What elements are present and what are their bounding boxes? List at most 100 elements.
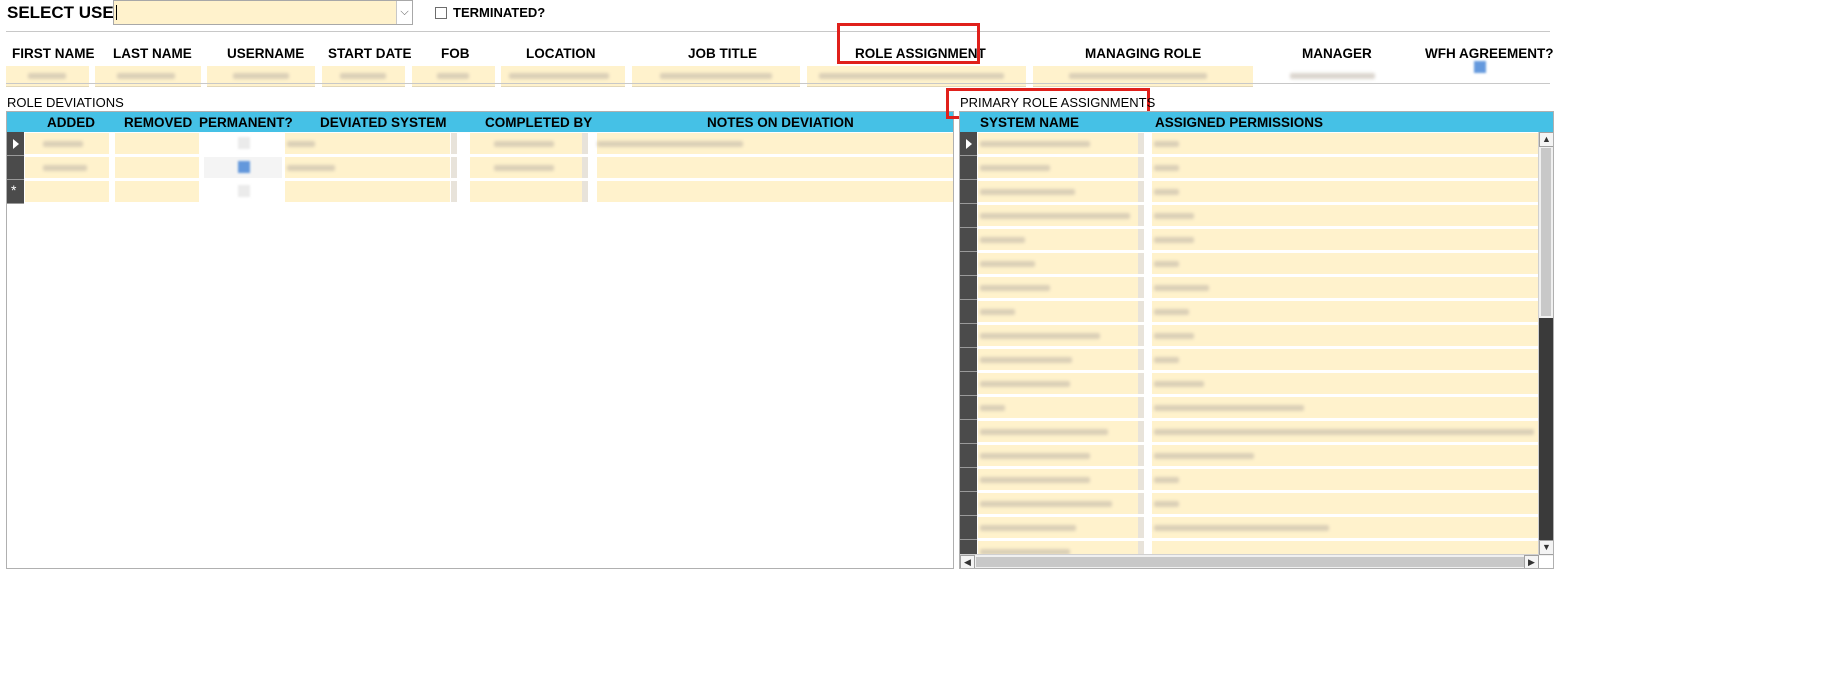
row-selector[interactable] (960, 420, 977, 444)
table-cell[interactable] (115, 157, 199, 178)
scroll-up-icon[interactable]: ▲ (1539, 132, 1553, 147)
system-name-cell[interactable] (978, 421, 1138, 442)
row-selector[interactable] (960, 516, 977, 540)
cell-separator (582, 133, 588, 154)
col-added[interactable]: ADDED (47, 115, 95, 130)
scroll-down-icon[interactable]: ▼ (1539, 540, 1553, 555)
system-name-cell[interactable] (978, 301, 1138, 322)
system-name-cell[interactable] (978, 373, 1138, 394)
table-cell[interactable] (285, 133, 450, 154)
col-removed[interactable]: REMOVED (124, 115, 192, 130)
chevron-down-icon[interactable]: ⌵ (396, 1, 412, 24)
terminated-checkbox[interactable] (435, 7, 447, 19)
divider (6, 83, 1550, 84)
table-cell[interactable] (204, 157, 282, 178)
h-scrollbar-thumb[interactable] (976, 557, 1524, 567)
table-cell[interactable] (470, 157, 582, 178)
system-name-cell[interactable] (978, 253, 1138, 274)
cell-separator (1138, 421, 1144, 442)
select-user-combobox[interactable]: ⌵ (113, 0, 413, 25)
assigned-permissions-cell[interactable] (1152, 421, 1538, 442)
assigned-permissions-cell[interactable] (1152, 157, 1538, 178)
table-cell[interactable] (204, 133, 282, 154)
row-selector[interactable] (960, 132, 977, 156)
system-name-cell[interactable] (978, 493, 1138, 514)
row-selector[interactable] (960, 180, 977, 204)
system-name-cell[interactable] (978, 349, 1138, 370)
vertical-scrollbar[interactable]: ▲ ▼ (1538, 132, 1553, 556)
assigned-permissions-cell[interactable] (1152, 229, 1538, 250)
assigned-permissions-cell[interactable] (1152, 469, 1538, 490)
row-selector[interactable] (7, 156, 24, 180)
table-cell[interactable] (25, 133, 109, 154)
row-selector[interactable] (960, 204, 977, 228)
table-cell[interactable] (115, 133, 199, 154)
job-title-label: JOB TITLE (688, 46, 758, 61)
horizontal-scrollbar[interactable]: ◀ ▶ (960, 554, 1539, 568)
table-cell[interactable] (597, 133, 953, 154)
assigned-permissions-cell[interactable] (1152, 181, 1538, 202)
table-cell[interactable] (470, 133, 582, 154)
table-cell[interactable] (285, 157, 450, 178)
assigned-permissions-cell[interactable] (1152, 205, 1538, 226)
col-notes-on-deviation[interactable]: NOTES ON DEVIATION (707, 115, 854, 130)
row-selector[interactable] (7, 132, 24, 156)
table-cell[interactable] (285, 181, 450, 202)
assigned-permissions-cell[interactable] (1152, 349, 1538, 370)
system-name-cell[interactable] (978, 397, 1138, 418)
scrollbar-track[interactable] (1539, 318, 1553, 540)
assigned-permissions-cell[interactable] (1152, 253, 1538, 274)
system-name-cell[interactable] (978, 469, 1138, 490)
assigned-permissions-cell[interactable] (1152, 133, 1538, 154)
table-cell[interactable] (25, 157, 109, 178)
assigned-permissions-cell[interactable] (1152, 325, 1538, 346)
assigned-permissions-cell[interactable] (1152, 277, 1538, 298)
scrollbar-thumb[interactable] (1541, 148, 1551, 316)
row-selector[interactable] (960, 324, 977, 348)
assigned-permissions-cell[interactable] (1152, 301, 1538, 322)
table-cell[interactable] (597, 181, 953, 202)
system-name-cell[interactable] (978, 277, 1138, 298)
row-selector[interactable] (960, 156, 977, 180)
system-name-cell[interactable] (978, 229, 1138, 250)
assigned-permissions-cell[interactable] (1152, 493, 1538, 514)
system-name-cell[interactable] (978, 157, 1138, 178)
system-name-cell[interactable] (978, 325, 1138, 346)
row-selector[interactable] (960, 228, 977, 252)
new-row-selector[interactable]: * (7, 180, 24, 204)
col-completed-by[interactable]: COMPLETED BY (485, 115, 592, 130)
system-name-cell[interactable] (978, 445, 1138, 466)
col-permanent[interactable]: PERMANENT? (199, 115, 293, 130)
wfh-agreement-label: WFH AGREEMENT? (1425, 46, 1554, 61)
scroll-right-icon[interactable]: ▶ (1524, 555, 1539, 568)
system-name-cell[interactable] (978, 133, 1138, 154)
system-name-cell[interactable] (978, 181, 1138, 202)
system-name-cell[interactable] (978, 517, 1138, 538)
col-deviated-system[interactable]: DEVIATED SYSTEM (320, 115, 447, 130)
assigned-permissions-cell[interactable] (1152, 373, 1538, 394)
table-cell[interactable] (25, 181, 109, 202)
row-selector[interactable] (960, 444, 977, 468)
col-assigned-permissions[interactable]: ASSIGNED PERMISSIONS (1155, 115, 1323, 130)
last-name-label: LAST NAME (113, 46, 192, 61)
assigned-permissions-cell[interactable] (1152, 397, 1538, 418)
col-system-name[interactable]: SYSTEM NAME (980, 115, 1079, 130)
wfh-agreement-checkbox[interactable] (1474, 61, 1486, 73)
table-cell[interactable] (204, 181, 282, 202)
table-cell[interactable] (115, 181, 199, 202)
cell-separator (1138, 373, 1144, 394)
row-selector[interactable] (960, 468, 977, 492)
assigned-permissions-cell[interactable] (1152, 445, 1538, 466)
row-selector[interactable] (960, 492, 977, 516)
row-selector[interactable] (960, 396, 977, 420)
row-selector[interactable] (960, 372, 977, 396)
row-selector[interactable] (960, 252, 977, 276)
assigned-permissions-cell[interactable] (1152, 517, 1538, 538)
table-cell[interactable] (597, 157, 953, 178)
row-selector[interactable] (960, 300, 977, 324)
row-selector[interactable] (960, 348, 977, 372)
row-selector[interactable] (960, 276, 977, 300)
scroll-left-icon[interactable]: ◀ (960, 555, 975, 568)
table-cell[interactable] (470, 181, 582, 202)
system-name-cell[interactable] (978, 205, 1138, 226)
